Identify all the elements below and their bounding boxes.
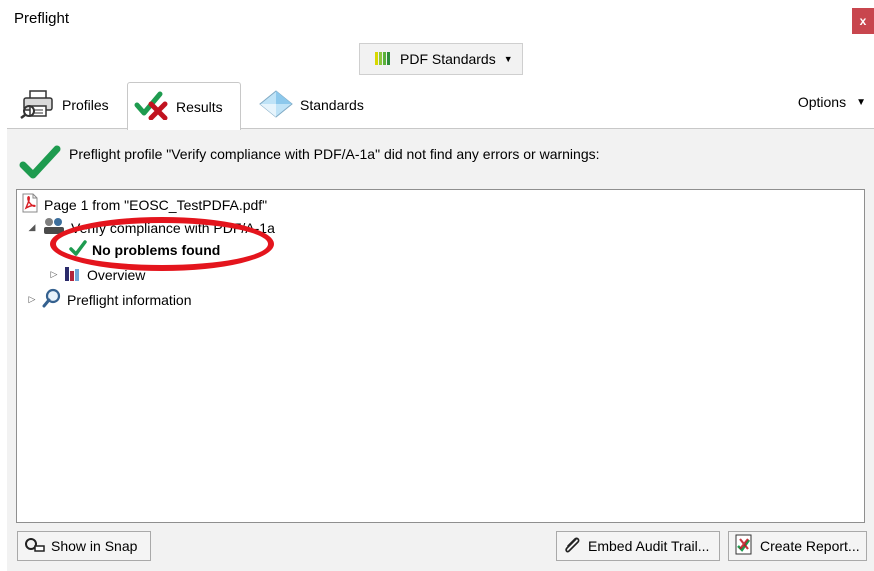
tree-item-no-problems-label: No problems found: [92, 241, 221, 258]
window-title: Preflight: [14, 10, 70, 27]
options-menu[interactable]: Options ▼: [798, 94, 866, 110]
show-in-snap-label: Show in Snap: [51, 538, 138, 554]
options-label: Options: [797, 94, 847, 110]
tree-item-preflight-info-label: Preflight information: [67, 291, 192, 308]
tab-standards-label: Standards: [300, 97, 364, 113]
summary: Preflight profile "Verify compliance wit…: [19, 143, 600, 184]
close-button[interactable]: x: [852, 8, 874, 34]
create-report-label: Create Report...: [760, 538, 860, 554]
results-panel: Preflight profile "Verify compliance wit…: [7, 128, 874, 571]
expanded-triangle-icon: ◢: [28, 222, 36, 232]
paperclip-icon: [562, 535, 582, 558]
create-report-button[interactable]: Create Report...: [728, 531, 867, 561]
summary-message: Preflight profile "Verify compliance wit…: [69, 146, 600, 162]
tree-item-profile[interactable]: ◢ Verify compliance with PDF/A-1a: [27, 216, 275, 239]
pdf-standards-icon: [374, 50, 392, 69]
profiles-icon: [20, 89, 56, 122]
checkmark-icon: [69, 240, 87, 259]
tree-item-profile-label: Verify compliance with PDF/A-1a: [71, 219, 275, 236]
standards-icon: [258, 89, 294, 122]
report-icon: [734, 534, 754, 559]
magnifier-icon: [42, 288, 62, 311]
results-icon: [134, 90, 170, 123]
overview-chart-icon: [64, 264, 82, 285]
tree-item-page[interactable]: Page 1 from "EOSC_TestPDFA.pdf": [21, 193, 267, 216]
collapsed-triangle-icon: ▷: [28, 294, 36, 304]
tree-item-preflight-info[interactable]: ▷ Preflight information: [27, 288, 192, 311]
tree-item-overview[interactable]: ▷ Overview: [49, 264, 146, 285]
chevron-down-icon: ▼: [856, 96, 866, 108]
dropdown-arrow-icon: ▼: [503, 54, 513, 64]
results-tree[interactable]: Page 1 from "EOSC_TestPDFA.pdf" ◢ Verify…: [16, 189, 865, 523]
tab-results-label: Results: [176, 98, 223, 115]
snap-icon: [23, 537, 45, 556]
checkmark-icon: [19, 143, 61, 184]
show-in-snap-button[interactable]: Show in Snap: [17, 531, 151, 561]
embed-audit-trail-button[interactable]: Embed Audit Trail...: [556, 531, 720, 561]
tab-standards[interactable]: Standards: [252, 82, 382, 128]
pdf-standards-button[interactable]: PDF Standards ▼: [359, 43, 523, 75]
tree-item-overview-label: Overview: [87, 266, 146, 283]
pdf-standards-label: PDF Standards: [400, 51, 496, 67]
tree-item-page-label: Page 1 from "EOSC_TestPDFA.pdf": [44, 196, 268, 213]
embed-audit-trail-label: Embed Audit Trail...: [588, 538, 710, 554]
tab-profiles[interactable]: Profiles: [14, 82, 114, 128]
pdf-file-icon: [21, 193, 39, 216]
tree-item-no-problems[interactable]: No problems found: [69, 240, 220, 259]
tab-results[interactable]: Results: [127, 82, 241, 130]
tab-profiles-label: Profiles: [62, 97, 109, 113]
collapsed-triangle-icon: ▷: [50, 269, 58, 279]
profile-icon: [42, 216, 66, 239]
